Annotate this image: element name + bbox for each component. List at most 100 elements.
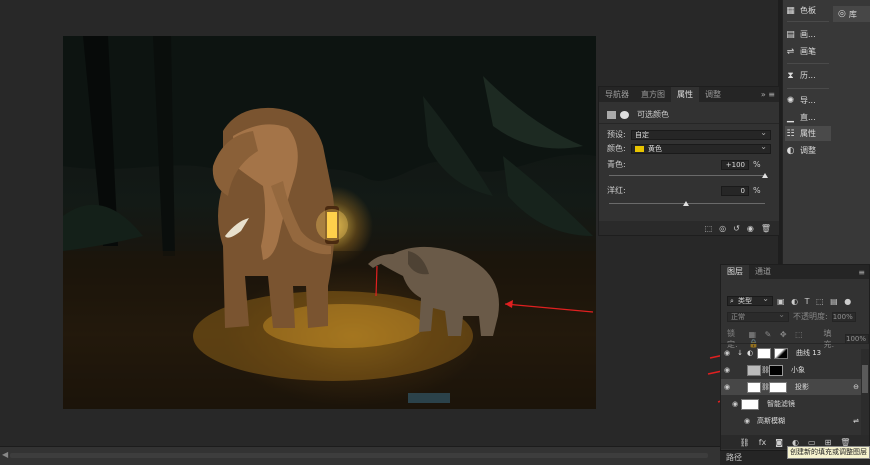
dock-item-label: 导... xyxy=(800,96,816,105)
layer-thumbnail xyxy=(747,364,761,376)
dock-item-navigator[interactable]: ✺ 导... xyxy=(785,93,831,108)
dock-item-libraries[interactable]: ◎ 库 xyxy=(833,6,870,22)
smart-object-icon: ⊖ xyxy=(853,383,859,391)
search-icon: ⌕ xyxy=(730,297,734,305)
dock-item-history[interactable]: ⧗ 历... xyxy=(785,68,831,83)
dock-item-brushes[interactable]: ▤ 画... xyxy=(785,27,831,42)
tab-layers[interactable]: 图层 xyxy=(721,265,749,279)
dock-item-brush-settings[interactable]: ⇌ 画笔 xyxy=(785,44,831,59)
layer-thumbnail xyxy=(747,381,761,393)
visibility-eye-icon[interactable]: ◉ xyxy=(729,400,741,408)
tab-navigator[interactable]: 导航器 xyxy=(599,87,635,102)
dock-item-label: 画笔 xyxy=(800,47,816,56)
filter-icons[interactable]: ▣ ◐ T ⬚ ▤ ● xyxy=(777,297,853,306)
layers-scrollbar-thumb[interactable] xyxy=(862,365,868,393)
visibility-eye-icon[interactable]: ◉ xyxy=(721,366,733,374)
adjustments-icon: ◐ xyxy=(786,145,795,156)
preset-dropdown[interactable]: 自定 xyxy=(631,129,771,140)
trash-icon[interactable]: 🗑 xyxy=(761,224,771,233)
properties-icon: ☷ xyxy=(786,128,795,139)
layers-tabs: 图层 通道 ≡ xyxy=(721,265,869,279)
layer-row[interactable]: ◉ ⛓ 小象 xyxy=(721,362,862,378)
properties-panel: 导航器 直方图 属性 调整 » ≡ 可选颜色 预设: 自定 颜色: 黄色 青色:… xyxy=(598,86,780,236)
layer-name: 投影 xyxy=(795,383,809,391)
magenta-slider-handle[interactable] xyxy=(683,201,689,206)
panel-menu-icon[interactable]: » ≡ xyxy=(757,87,779,102)
magenta-row: 洋红: 0 % xyxy=(607,185,775,196)
dock-item-adjustments[interactable]: ◐ 调整 xyxy=(785,143,831,158)
fx-icon[interactable]: fx xyxy=(759,438,767,447)
layer-row-selected[interactable]: ◉ ⛓ 投影 ⊖ xyxy=(721,379,862,395)
history-icon: ⧗ xyxy=(787,70,794,81)
mask-icon[interactable] xyxy=(620,110,629,119)
properties-footer: ⬚ ◎ ↺ ◉ 🗑 xyxy=(599,221,779,235)
dock-item-label: 直... xyxy=(800,113,816,122)
magenta-input[interactable]: 0 xyxy=(721,185,749,196)
layer-row[interactable]: ◉ ↓ ◐ 曲线 13 xyxy=(721,345,862,361)
visibility-eye-icon[interactable]: ◉ xyxy=(721,383,733,391)
view-previous-icon[interactable]: ◎ xyxy=(719,224,726,233)
link-icon: ⛓ xyxy=(761,383,770,391)
filter-value: 类型 xyxy=(738,297,752,305)
layer-row-smart-filters[interactable]: ◉ 智能滤镜 xyxy=(721,396,862,412)
layer-mask-thumbnail xyxy=(769,364,783,376)
image-canvas[interactable] xyxy=(63,36,596,409)
selective-color-icon xyxy=(607,110,616,119)
histogram-icon: ▁ xyxy=(787,112,794,123)
link-icon: ⛓ xyxy=(761,366,770,374)
visibility-eye-icon[interactable]: ◉ xyxy=(721,349,733,357)
blend-row: 正常 不透明度: 100% xyxy=(727,311,856,322)
dock-item-label: 历... xyxy=(800,71,816,80)
bottom-scrollbar[interactable]: ◀ xyxy=(0,446,778,465)
color-dropdown[interactable]: 黄色 xyxy=(631,143,771,154)
panel-menu-icon[interactable]: ≡ xyxy=(854,265,869,279)
preset-label: 预设: xyxy=(607,130,626,139)
opacity-input[interactable]: 100% xyxy=(831,311,856,322)
opacity-label: 不透明度: xyxy=(793,312,828,321)
divider xyxy=(787,21,829,22)
divider xyxy=(787,63,829,64)
filter-options-icon[interactable]: ⇌ xyxy=(853,417,859,425)
cyan-slider-track[interactable] xyxy=(609,175,765,176)
dock-item-swatches[interactable]: ▦ 色板 xyxy=(785,3,831,18)
dock-item-label: 库 xyxy=(848,9,857,19)
filter-row: ⌕ 类型 ▣ ◐ T ⬚ ▤ ● xyxy=(727,295,853,306)
dock-item-histogram[interactable]: ▁ 直... xyxy=(785,110,831,125)
dock-item-label: 色板 xyxy=(800,6,816,15)
blend-mode-dropdown[interactable]: 正常 xyxy=(727,311,789,322)
dock-item-label: 调整 xyxy=(800,146,816,155)
add-mask-icon[interactable]: ◙ xyxy=(775,438,783,447)
layer-name: 智能滤镜 xyxy=(767,400,795,408)
dock-item-label: 属性 xyxy=(800,129,816,138)
properties-tabs: 导航器 直方图 属性 调整 » ≡ xyxy=(599,87,779,102)
tab-paths[interactable]: 路径 xyxy=(720,451,748,465)
cyan-input[interactable]: +100 xyxy=(721,159,749,170)
layer-name: 高斯模糊 xyxy=(757,417,785,425)
layer-thumbnail xyxy=(757,347,771,359)
adjustment-header: 可选颜色 xyxy=(607,109,669,120)
scroll-left-icon[interactable]: ◀ xyxy=(2,450,8,459)
tab-channels[interactable]: 通道 xyxy=(749,265,777,279)
divider xyxy=(599,123,779,124)
layers-panel: 图层 通道 ≡ ⌕ 类型 ▣ ◐ T ⬚ ▤ ● 正常 不透明度: 100% 锁… xyxy=(720,264,870,464)
tab-adjustments[interactable]: 调整 xyxy=(699,87,727,102)
cyan-label: 青色: xyxy=(607,160,626,169)
divider xyxy=(721,343,869,344)
cyan-slider-handle[interactable] xyxy=(762,173,768,178)
clip-to-layer-icon[interactable]: ⬚ xyxy=(705,224,713,233)
link-layers-icon[interactable]: ⛓ xyxy=(740,438,750,447)
tab-histogram[interactable]: 直方图 xyxy=(635,87,671,102)
visibility-icon[interactable]: ◉ xyxy=(747,224,754,233)
divider xyxy=(787,88,829,89)
layer-row-filter[interactable]: ◉ 高斯模糊 ⇌ xyxy=(721,413,862,429)
reset-icon[interactable]: ↺ xyxy=(733,224,740,233)
navigator-icon: ✺ xyxy=(786,95,795,106)
layer-filter-dropdown[interactable]: ⌕ 类型 xyxy=(727,295,773,306)
color-label: 颜色: xyxy=(607,144,626,153)
tab-properties[interactable]: 属性 xyxy=(671,87,699,102)
dock-item-properties[interactable]: ☷ 属性 xyxy=(785,126,831,141)
horizontal-scroll-track[interactable] xyxy=(10,453,708,458)
clip-arrow-icon: ↓ xyxy=(737,349,743,357)
visibility-eye-icon[interactable]: ◉ xyxy=(741,417,753,425)
curves-adjust-icon: ◐ xyxy=(747,349,754,357)
